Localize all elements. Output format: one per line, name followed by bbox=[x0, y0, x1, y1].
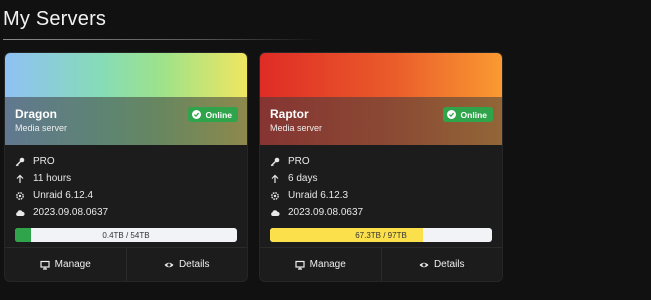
arrow-up-icon bbox=[15, 174, 25, 184]
license-text: PRO bbox=[288, 156, 310, 167]
eye-icon bbox=[164, 260, 174, 270]
build-text: 2023.09.08.0637 bbox=[288, 207, 364, 218]
key-icon bbox=[270, 157, 280, 167]
cloud-icon bbox=[270, 208, 280, 218]
manage-button[interactable]: Manage bbox=[260, 248, 381, 281]
details-label: Details bbox=[178, 259, 210, 270]
server-description: Media server bbox=[270, 123, 323, 133]
server-info: PRO 6 days Unraid 6.12.3 2023.09.08.0637 bbox=[260, 145, 502, 221]
uptime-row: 11 hours bbox=[15, 170, 237, 187]
status-badge: Online bbox=[442, 107, 493, 122]
license-text: PRO bbox=[33, 156, 55, 167]
status-label: Online bbox=[205, 109, 232, 120]
gear-icon bbox=[270, 191, 280, 201]
build-text: 2023.09.08.0637 bbox=[33, 207, 109, 218]
server-banner: Dragon Media server Online bbox=[5, 53, 247, 145]
server-card-raptor: Raptor Media server Online PRO 6 days Un… bbox=[259, 52, 503, 282]
gear-icon bbox=[15, 191, 25, 201]
uptime-text: 11 hours bbox=[33, 173, 72, 184]
os-version-row: Unraid 6.12.4 bbox=[15, 187, 237, 204]
storage-progress-bar: 67.3TB / 97TB bbox=[270, 228, 492, 242]
storage-progress-bar: 0.4TB / 54TB bbox=[15, 228, 237, 242]
license-row: PRO bbox=[15, 153, 237, 170]
monitor-icon bbox=[295, 260, 305, 270]
manage-label: Manage bbox=[54, 259, 91, 270]
status-badge: Online bbox=[187, 107, 238, 122]
server-name: Dragon bbox=[15, 107, 57, 121]
server-card-dragon: Dragon Media server Online PRO 11 hours … bbox=[4, 52, 248, 282]
build-row: 2023.09.08.0637 bbox=[270, 204, 492, 221]
eye-icon bbox=[419, 260, 429, 270]
page-title: My Servers bbox=[3, 8, 107, 30]
os-version-text: Unraid 6.12.3 bbox=[288, 190, 349, 201]
details-label: Details bbox=[433, 259, 465, 270]
license-row: PRO bbox=[270, 153, 492, 170]
os-version-text: Unraid 6.12.4 bbox=[33, 190, 94, 201]
card-actions: Manage Details bbox=[5, 247, 247, 281]
status-label: Online bbox=[460, 109, 487, 120]
details-button[interactable]: Details bbox=[125, 248, 248, 281]
key-icon bbox=[15, 157, 25, 167]
card-actions: Manage Details bbox=[260, 247, 502, 281]
server-info: PRO 11 hours Unraid 6.12.4 2023.09.08.06… bbox=[5, 145, 247, 221]
storage-text: 0.4TB / 54TB bbox=[102, 230, 150, 240]
arrow-up-icon bbox=[270, 174, 280, 184]
monitor-icon bbox=[40, 260, 50, 270]
title-divider bbox=[3, 39, 323, 40]
server-description: Media server bbox=[15, 123, 68, 133]
uptime-row: 6 days bbox=[270, 170, 492, 187]
cloud-icon bbox=[15, 208, 25, 218]
uptime-text: 6 days bbox=[288, 173, 318, 184]
storage-text: 67.3TB / 97TB bbox=[355, 230, 407, 240]
details-button[interactable]: Details bbox=[380, 248, 503, 281]
os-version-row: Unraid 6.12.3 bbox=[270, 187, 492, 204]
server-banner: Raptor Media server Online bbox=[260, 53, 502, 145]
server-name: Raptor bbox=[270, 107, 309, 121]
check-circle-icon bbox=[446, 110, 456, 119]
servers-page: My Servers Dragon Media server Online PR… bbox=[0, 0, 651, 300]
manage-button[interactable]: Manage bbox=[5, 248, 126, 281]
manage-label: Manage bbox=[309, 259, 346, 270]
check-circle-icon bbox=[191, 110, 201, 119]
build-row: 2023.09.08.0637 bbox=[15, 204, 237, 221]
